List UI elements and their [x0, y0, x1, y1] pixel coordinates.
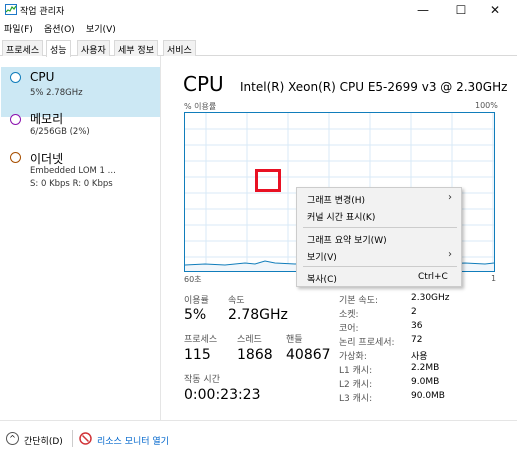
threads-value: 1868	[237, 347, 273, 363]
sidebar-item-label: CPU	[30, 70, 55, 84]
detail-label: 코어:	[339, 324, 359, 334]
graph-x-label: 60초	[184, 275, 202, 284]
handles-value: 40867	[286, 347, 331, 363]
maximize-button[interactable]: ☐	[444, 0, 478, 20]
minimize-button[interactable]: —	[406, 0, 440, 20]
threads-label: 스레드	[237, 335, 262, 345]
menu-separator	[303, 227, 457, 228]
detail-value: 36	[411, 321, 423, 331]
sidebar-item-detail: S: 0 Kbps R: 0 Kbps	[30, 179, 113, 189]
ctx-change-graph[interactable]: 그래프 변경(H)	[307, 193, 365, 206]
menu-view[interactable]: 보기(V)	[86, 22, 116, 35]
cpu-indicator-icon	[10, 72, 21, 83]
detail-value: 9.0MB	[411, 377, 440, 387]
menu-separator	[303, 266, 457, 267]
resource-monitor-icon[interactable]	[79, 432, 92, 448]
task-manager-icon	[5, 4, 17, 15]
detail-label: L3 캐시:	[339, 394, 373, 404]
detail-label: 가상화:	[339, 352, 367, 362]
ctx-summary-view[interactable]: 그래프 요약 보기(W)	[307, 233, 387, 246]
processes-label: 프로세스	[184, 335, 218, 345]
detail-value: 2.30GHz	[411, 293, 450, 303]
uptime-label: 작동 시간	[184, 375, 220, 385]
detail-label: L1 캐시:	[339, 366, 373, 376]
detail-value: 2.2MB	[411, 363, 440, 373]
open-resource-monitor-link[interactable]: 리소스 모니터 열기	[97, 434, 169, 447]
submenu-arrow-icon: ›	[448, 249, 452, 260]
menu-file[interactable]: 파일(F)	[4, 22, 33, 35]
context-menu: 그래프 변경(H) › 커널 시간 표시(K) 그래프 요약 보기(W) 보기(…	[296, 187, 462, 287]
click-highlight-box	[255, 169, 281, 192]
usage-value: 5%	[184, 307, 207, 323]
tab-processes[interactable]: 프로세스	[2, 40, 44, 56]
tab-details[interactable]: 세부 정보	[114, 40, 158, 56]
detail-label: 논리 프로세서:	[339, 338, 395, 348]
cpu-model: Intel(R) Xeon(R) CPU E5-2699 v3 @ 2.30GH…	[240, 80, 508, 94]
uptime-value: 0:00:23:23	[184, 387, 261, 403]
ethernet-indicator-icon	[10, 152, 21, 163]
usage-label: 이용률	[184, 296, 209, 306]
handles-label: 핸들	[286, 335, 303, 345]
menu-bar	[0, 20, 517, 37]
sidebar-item-detail: 6/256GB (2%)	[30, 127, 90, 137]
bottom-bar	[0, 420, 517, 459]
menu-options[interactable]: 옵션(O)	[44, 22, 75, 35]
ctx-view[interactable]: 보기(V)	[307, 250, 337, 263]
tab-performance[interactable]: 성능	[46, 40, 71, 57]
detail-value: 72	[411, 335, 423, 345]
ctx-copy[interactable]: 복사(C)	[307, 272, 337, 285]
detail-value: 90.0MB	[411, 391, 445, 401]
graph-y-label: % 이용률	[184, 102, 217, 111]
graph-x-min: 1	[491, 274, 497, 283]
detail-value: 사용	[411, 352, 428, 362]
speed-label: 속도	[228, 296, 245, 306]
submenu-arrow-icon: ›	[448, 192, 452, 203]
detail-value: 2	[411, 307, 417, 317]
processes-value: 115	[184, 347, 211, 363]
graph-y-max: 100%	[475, 101, 498, 110]
tab-users[interactable]: 사용자	[77, 40, 110, 56]
sidebar-item-detail: 5% 2.78GHz	[30, 88, 83, 98]
detail-label: L2 캐시:	[339, 380, 373, 390]
close-button[interactable]: ✕	[478, 0, 512, 20]
fewer-details-link[interactable]: 간단히(D)	[24, 434, 63, 447]
divider	[72, 430, 73, 447]
detail-label: 소켓:	[339, 310, 359, 320]
chevron-up-icon[interactable]: ^	[6, 432, 19, 445]
sidebar-item-label: 메모리	[30, 112, 64, 126]
memory-indicator-icon	[10, 114, 21, 125]
ctx-copy-shortcut: Ctrl+C	[418, 272, 448, 282]
page-title: CPU	[183, 72, 224, 96]
sidebar-item-label: 이더넷	[30, 152, 64, 166]
ctx-show-kernel-times[interactable]: 커널 시간 표시(K)	[307, 210, 375, 223]
sidebar-item-detail: Embedded LOM 1 ...	[30, 166, 116, 176]
speed-value: 2.78GHz	[228, 307, 288, 323]
detail-label: 기본 속도:	[339, 296, 379, 306]
window-title: 작업 관리자	[20, 7, 65, 17]
tab-services[interactable]: 서비스	[163, 40, 196, 56]
